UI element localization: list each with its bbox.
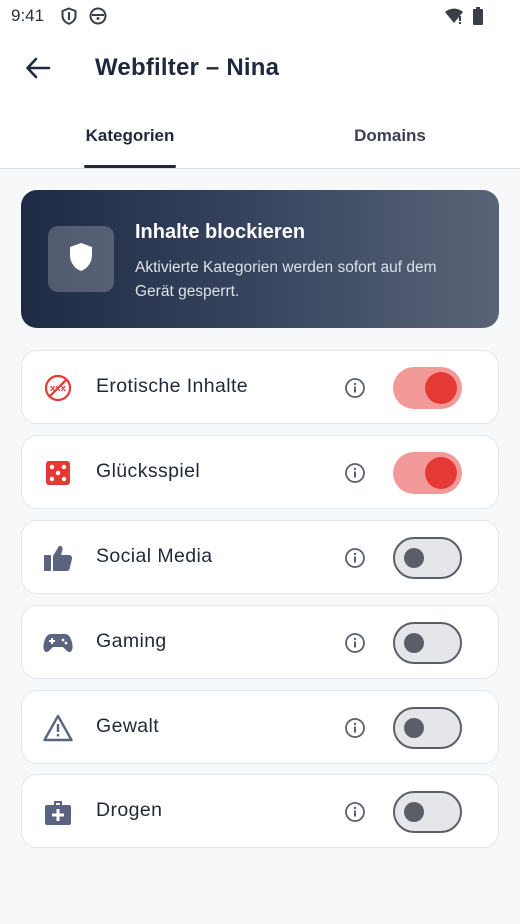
tab-kategorien[interactable]: Kategorien [0,108,260,168]
battery-icon [472,7,490,25]
toggle-drugs[interactable] [393,791,462,833]
info-icon[interactable] [344,717,366,739]
toggle-gambling[interactable] [393,452,462,494]
back-button[interactable] [18,50,58,90]
category-card-drugs: Drogen [21,774,499,848]
toggle-knob [404,547,424,568]
thumbs-up-icon [43,543,73,573]
category-card-gaming: Gaming [21,605,499,679]
banner-icon-box [48,226,114,292]
category-label: Erotische Inhalte [96,375,249,397]
category-card-erotic: XXX Erotische Inhalte [21,350,499,424]
status-bar: 9:41 [0,0,520,34]
tab-bar: Kategorien Domains [0,108,520,168]
no-xxx-icon: XXX [43,373,73,403]
toggle-knob [425,457,457,489]
shield-icon [68,242,94,277]
medical-kit-icon [43,797,73,827]
toggle-gaming[interactable] [393,622,462,664]
warning-icon [43,713,73,743]
page-title: Webfilter – Nina [95,54,280,81]
tab-indicator [84,165,176,168]
toggle-knob [425,372,457,404]
category-card-social-media: Social Media [21,520,499,594]
info-icon[interactable] [344,377,366,399]
banner-description: Aktivierte Kategorien werden sofort auf … [135,259,437,300]
info-icon[interactable] [344,462,366,484]
svg-text:XXX: XXX [50,385,67,393]
banner-title: Inhalte blockieren [135,221,306,243]
info-banner: Inhalte blockieren Aktivierte Kategorien… [21,190,499,328]
dice-icon [43,458,73,488]
face-icon [89,7,107,25]
info-icon[interactable] [344,632,366,654]
wifi-icon [444,7,463,25]
app-bar: Webfilter – Nina [0,40,520,100]
arrow-left-icon [25,56,51,85]
top-bar: 9:41 Webfilter – Nina Kategorien Domains [0,0,520,169]
toggle-erotic[interactable] [393,367,462,409]
gamepad-icon [43,628,73,658]
toggle-knob [404,801,424,822]
category-label: Gewalt [96,715,160,737]
tab-domains-label: Domains [354,126,426,145]
tab-kategorien-label: Kategorien [85,126,175,145]
category-card-violence: Gewalt [21,690,499,764]
toggle-knob [404,717,424,738]
toggle-social-media[interactable] [393,537,462,579]
info-icon[interactable] [344,801,366,823]
category-card-gambling: Glücksspiel [21,435,499,509]
tab-domains[interactable]: Domains [260,108,520,168]
toggle-knob [404,632,424,653]
shield-icon [60,7,78,25]
toggle-violence[interactable] [393,707,462,749]
info-icon[interactable] [344,547,366,569]
category-label: Gaming [96,630,167,652]
status-time: 9:41 [11,6,45,25]
category-label: Social Media [96,545,213,567]
category-label: Drogen [96,799,163,821]
category-label: Glücksspiel [96,460,201,482]
